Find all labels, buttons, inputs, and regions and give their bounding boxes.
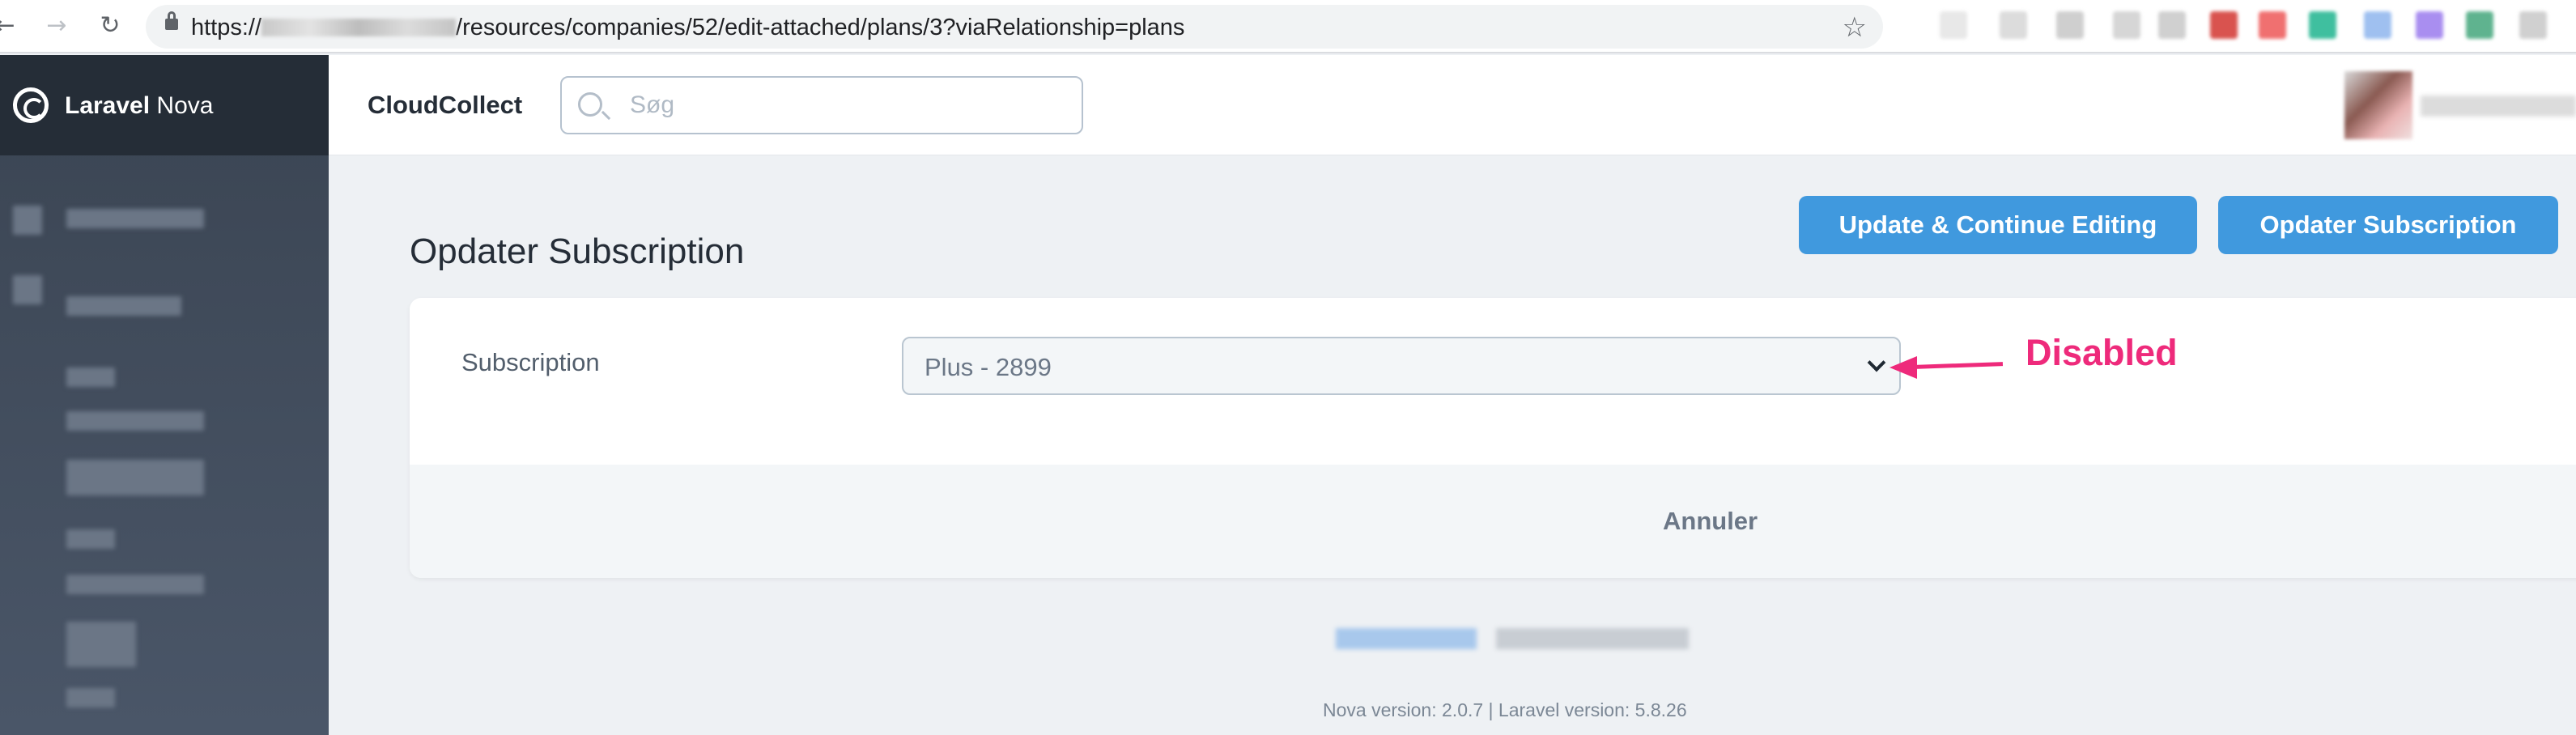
update-continue-button[interactable]: Update & Continue Editing bbox=[1799, 196, 2197, 254]
sidebar-item-redacted[interactable] bbox=[66, 296, 181, 316]
browser-toolbar: ← → ↻ https:// /resources/companies/52/ed… bbox=[0, 0, 2576, 53]
extension-icon[interactable] bbox=[2364, 11, 2391, 39]
annotation-label: Disabled bbox=[2026, 332, 2178, 373]
footer-link-redacted[interactable] bbox=[1336, 628, 1477, 649]
reload-icon[interactable]: ↻ bbox=[94, 10, 126, 42]
lock-icon bbox=[165, 11, 178, 30]
url-host-redacted bbox=[261, 19, 457, 36]
arrow-right-icon[interactable]: → bbox=[40, 10, 73, 42]
avatar[interactable] bbox=[2344, 71, 2412, 139]
search-box[interactable] bbox=[560, 76, 1083, 134]
extension-icon[interactable] bbox=[2000, 11, 2027, 39]
extension-icon[interactable] bbox=[2056, 11, 2084, 39]
cancel-button[interactable]: Annuler bbox=[1663, 507, 1758, 536]
sidebar-subitem-redacted[interactable] bbox=[66, 411, 204, 431]
brand-header[interactable]: Laravel Nova bbox=[0, 55, 329, 155]
extension-icon[interactable] bbox=[2416, 11, 2443, 39]
extension-icon[interactable] bbox=[2466, 11, 2493, 39]
extension-icon[interactable] bbox=[2113, 11, 2140, 39]
sidebar-subitem-redacted[interactable] bbox=[66, 688, 115, 707]
page-title: Opdater Subscription bbox=[410, 232, 745, 271]
sidebar-subitem-redacted[interactable] bbox=[66, 368, 115, 387]
sidebar: Laravel Nova bbox=[0, 55, 329, 735]
extension-icon[interactable] bbox=[2210, 11, 2238, 39]
url-prefix: https:// bbox=[191, 15, 262, 40]
sidebar-subitem-redacted[interactable] bbox=[66, 622, 136, 667]
sidebar-subitem-redacted[interactable] bbox=[66, 529, 115, 549]
sidebar-icon-redacted bbox=[13, 275, 42, 304]
nova-logo-icon bbox=[13, 87, 49, 123]
extension-icon[interactable] bbox=[2519, 11, 2547, 39]
url-path: /resources/companies/52/edit-attached/pl… bbox=[456, 15, 1185, 40]
annotation-arrowhead bbox=[1889, 356, 1917, 379]
sidebar-item-redacted[interactable] bbox=[66, 209, 204, 228]
brand-name-rest: Nova bbox=[150, 92, 214, 119]
subscription-label: Subscription bbox=[461, 348, 600, 376]
app-name[interactable]: CloudCollect bbox=[368, 91, 522, 120]
brand-name-bold: Laravel bbox=[65, 92, 151, 119]
sidebar-subitem-redacted[interactable] bbox=[66, 460, 204, 495]
extension-icon[interactable] bbox=[2158, 11, 2186, 39]
address-bar[interactable]: https:// /resources/companies/52/edit-att… bbox=[146, 5, 1883, 49]
extension-icon[interactable] bbox=[2259, 11, 2286, 39]
user-name-redacted[interactable] bbox=[2421, 96, 2576, 117]
select-value: Plus - 2899 bbox=[925, 353, 1052, 381]
brand-name: Laravel Nova bbox=[65, 92, 213, 120]
sidebar-icon-redacted bbox=[13, 206, 42, 235]
star-icon[interactable]: ☆ bbox=[1843, 11, 1867, 44]
form-card: Subscription Plus - 2899 Annuler bbox=[410, 298, 2576, 578]
version-info: Nova version: 2.0.7 | Laravel version: 5… bbox=[1323, 699, 1687, 720]
search-icon bbox=[578, 92, 602, 117]
chevron-down-icon bbox=[1867, 353, 1886, 372]
top-header: CloudCollect bbox=[329, 55, 2576, 155]
url-text: https:// /resources/companies/52/edit-att… bbox=[191, 15, 1184, 41]
subscription-select[interactable]: Plus - 2899 bbox=[902, 337, 1901, 395]
footer-text-redacted bbox=[1496, 628, 1689, 649]
form-actions: Annuler bbox=[410, 465, 2576, 578]
search-input[interactable] bbox=[630, 92, 1051, 118]
extension-icon[interactable] bbox=[2309, 11, 2336, 39]
update-button[interactable]: Opdater Subscription bbox=[2218, 196, 2558, 254]
sidebar-subitem-redacted[interactable] bbox=[66, 575, 204, 594]
extension-icon[interactable] bbox=[1940, 11, 1967, 39]
arrow-left-icon[interactable]: ← bbox=[0, 10, 21, 42]
